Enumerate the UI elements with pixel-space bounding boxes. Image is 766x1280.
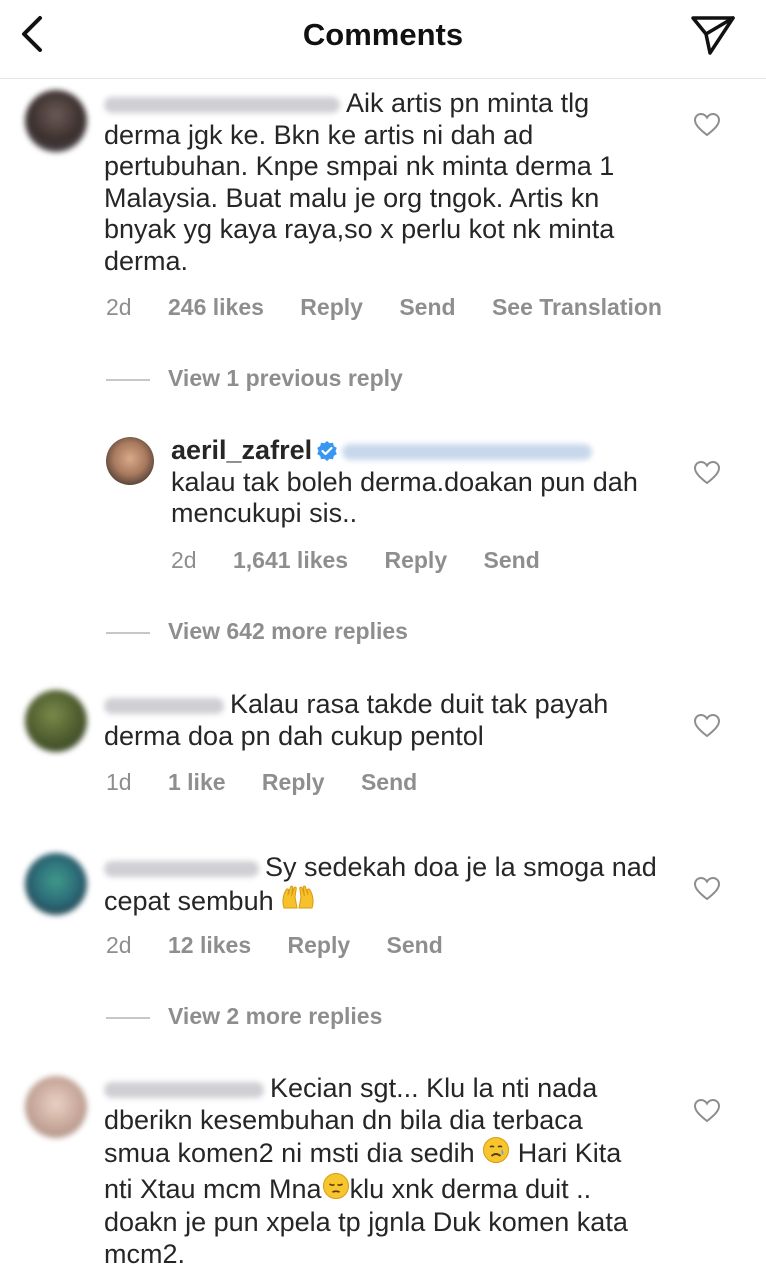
comment-time: 2d — [106, 294, 132, 320]
comment-text: Kecian sgt... Klu la nti nada dberikn ke… — [104, 1073, 628, 1269]
crying-face-emoji — [482, 1136, 510, 1172]
comment-meta: 2d 1,641 likes Reply Send — [171, 547, 570, 574]
pensive-face-emoji — [322, 1172, 350, 1208]
avatar[interactable] — [25, 1076, 87, 1138]
divider — [106, 379, 150, 381]
page-title: Comments — [302, 17, 464, 52]
reply-button[interactable]: Reply — [384, 547, 447, 574]
see-translation-button[interactable]: See Translation — [492, 294, 662, 321]
mention-redacted[interactable] — [342, 443, 593, 460]
view-replies-button[interactable]: View 2 more replies — [106, 1003, 382, 1030]
likes-count[interactable]: 1 like — [168, 769, 226, 796]
avatar[interactable] — [106, 437, 154, 485]
paper-plane-icon[interactable] — [690, 14, 736, 56]
likes-count[interactable]: 1,641 likes — [233, 547, 348, 574]
heart-icon[interactable] — [694, 461, 720, 485]
view-replies-button[interactable]: View 642 more replies — [106, 618, 408, 645]
comment-text: Aik artis pn minta tlg derma jgk ke. Bkn… — [104, 88, 615, 276]
verified-badge-icon — [317, 441, 337, 461]
reply-text: aeril_zafrel kalau tak boleh derma.doaka… — [171, 435, 638, 528]
heart-icon[interactable] — [694, 877, 720, 901]
view-replies-button[interactable]: View 1 previous reply — [106, 365, 403, 392]
reply-button[interactable]: Reply — [300, 294, 363, 321]
likes-count[interactable]: 246 likes — [168, 294, 264, 321]
comment-meta: 1d 1 like Reply Send — [106, 769, 447, 796]
comment-meta: 2d 246 likes Reply Send See Translation — [106, 294, 692, 321]
send-button[interactable]: Send — [484, 547, 540, 574]
comment-time: 1d — [106, 769, 132, 795]
avatar[interactable] — [25, 690, 87, 752]
heart-icon[interactable] — [694, 714, 720, 738]
reply-button[interactable]: Reply — [288, 932, 351, 959]
username-redacted[interactable] — [104, 697, 224, 714]
divider — [106, 632, 150, 634]
comment-text: Kalau rasa takde duit tak payah derma do… — [104, 689, 609, 751]
comment-text: Sy sedekah doa je la smoga nad cepat sem… — [104, 852, 664, 919]
likes-count[interactable]: 12 likes — [168, 932, 251, 959]
comment-meta: 2d 12 likes Reply Send — [106, 932, 473, 959]
send-button[interactable]: Send — [399, 294, 455, 321]
username-redacted[interactable] — [104, 860, 259, 877]
username[interactable]: aeril_zafrel — [171, 435, 312, 465]
divider — [106, 1017, 150, 1019]
heart-icon[interactable] — [694, 113, 720, 137]
reply-button[interactable]: Reply — [262, 769, 325, 796]
avatar[interactable] — [25, 853, 87, 915]
header-bar: Comments — [0, 0, 766, 79]
comment-time: 2d — [171, 547, 197, 573]
username-redacted[interactable] — [104, 1081, 264, 1098]
comment-time: 2d — [106, 932, 132, 958]
username-redacted[interactable] — [104, 96, 340, 113]
avatar[interactable] — [25, 90, 87, 152]
raised-hands-emoji — [281, 884, 315, 920]
send-button[interactable]: Send — [387, 932, 443, 959]
heart-icon[interactable] — [694, 1099, 720, 1123]
send-button[interactable]: Send — [361, 769, 417, 796]
